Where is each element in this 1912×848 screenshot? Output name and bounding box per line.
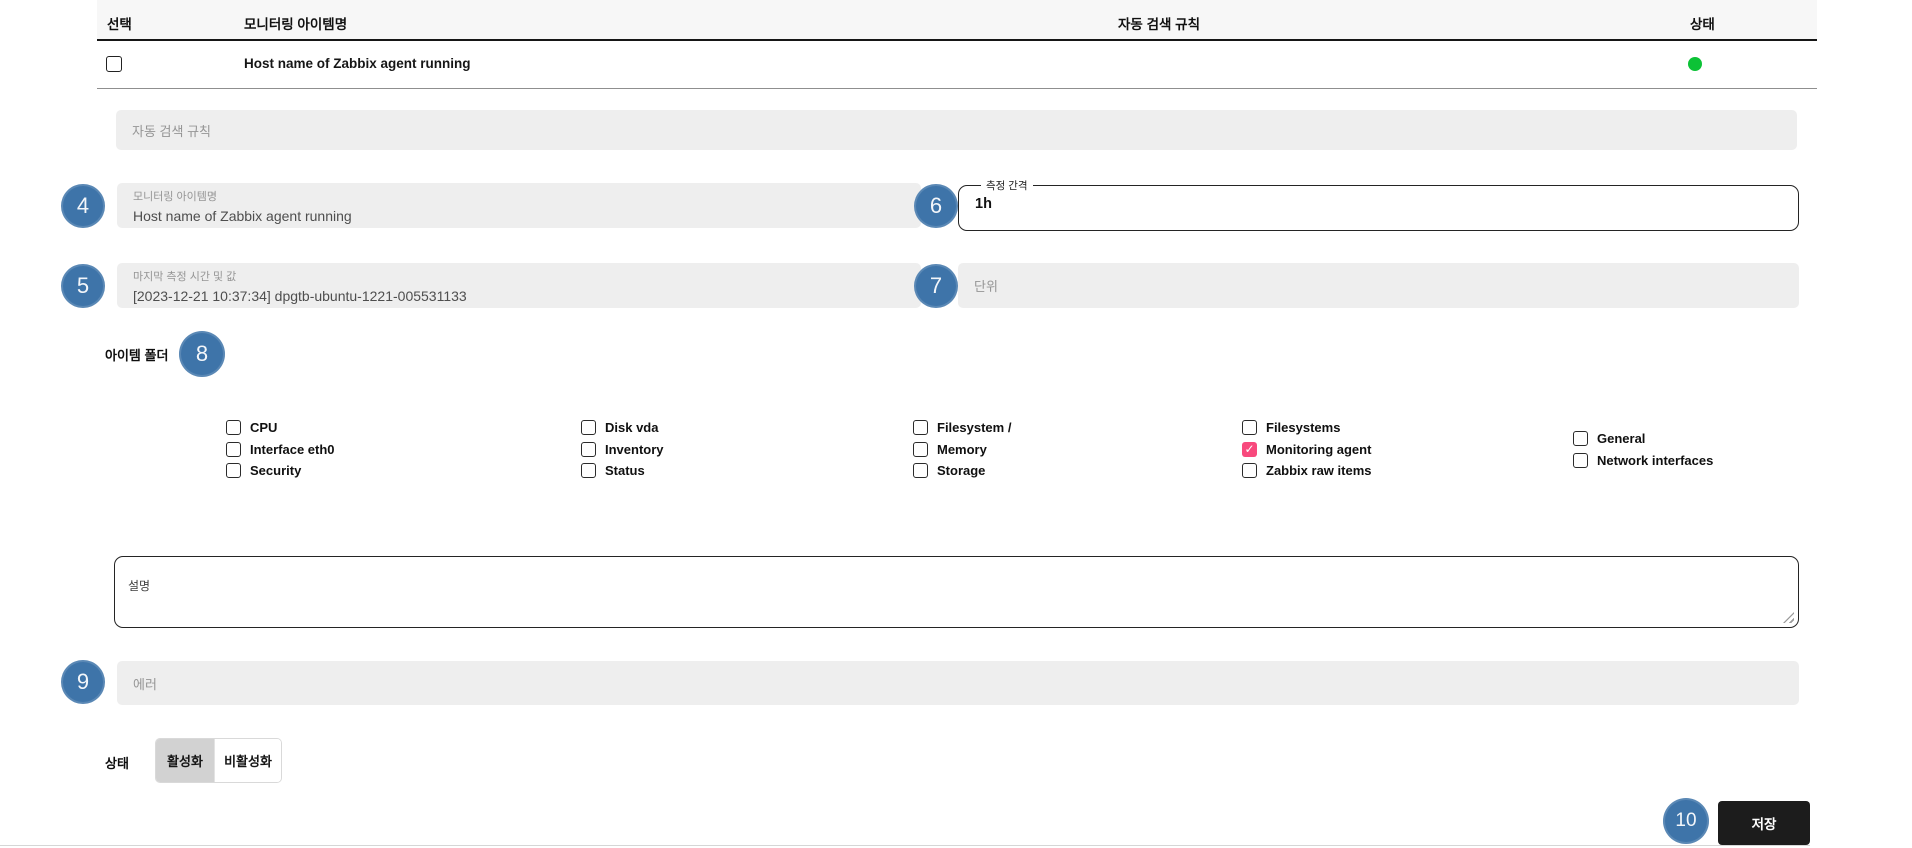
error-field: 에러 [117,661,1799,705]
annotation-circle-7: 7 [914,264,958,308]
folder-checkbox-memory[interactable]: Memory [913,442,987,457]
page-bottom-divider [0,845,1810,846]
folder-checkbox-inventory[interactable]: Inventory [581,442,664,457]
annotation-circle-9: 9 [61,660,105,704]
checkbox-icon[interactable] [226,420,241,435]
annotation-circle-8: 8 [179,331,225,377]
folder-checkbox-cpu[interactable]: CPU [226,420,277,435]
folder-checkbox-network-interfaces[interactable]: Network interfaces [1573,453,1713,468]
row-item-name: Host name of Zabbix agent running [244,56,471,71]
item-folder-label: 아이템 폴더 [105,345,168,364]
folder-checkbox-status[interactable]: Status [581,463,645,478]
status-disabled-button[interactable]: 비활성화 [214,739,281,782]
folder-checkbox-monitoring-agent[interactable]: ✓ Monitoring agent [1242,442,1371,457]
folder-checkbox-filesystem-root[interactable]: Filesystem / [913,420,1011,435]
checkbox-icon[interactable] [581,442,596,457]
checkbox-icon[interactable] [913,463,928,478]
checkbox-icon[interactable] [1573,453,1588,468]
checkbox-icon[interactable] [913,442,928,457]
column-header-item-name: 모니터링 아이템명 [244,13,347,33]
interval-field[interactable]: 측정 간격 1h [958,178,1799,231]
folder-checkbox-security[interactable]: Security [226,463,301,478]
error-label: 에러 [133,674,157,693]
folder-checkbox-general[interactable]: General [1573,431,1645,446]
last-measured-label: 마지막 측정 시간 및 값 [133,268,921,284]
annotation-circle-5: 5 [61,264,105,308]
column-header-select: 선택 [107,13,132,33]
checkbox-icon[interactable] [1573,431,1588,446]
last-measured-field: 마지막 측정 시간 및 값 [2023-12-21 10:37:34] dpgt… [117,263,921,308]
resize-handle-icon[interactable] [1783,612,1794,623]
item-name-value: Host name of Zabbix agent running [133,208,921,224]
checkbox-icon[interactable] [226,463,241,478]
folder-checkbox-disk-vda[interactable]: Disk vda [581,420,658,435]
checkbox-icon[interactable] [1242,463,1257,478]
folder-checkbox-interface-eth0[interactable]: Interface eth0 [226,442,335,457]
last-measured-value: [2023-12-21 10:37:34] dpgtb-ubuntu-1221-… [133,288,921,304]
checkbox-icon[interactable] [226,442,241,457]
unit-label: 단위 [974,276,998,295]
interval-value: 1h [975,196,1798,212]
status-toggle-group: 활성화 비활성화 [155,738,282,783]
discovery-rule-field: 자동 검색 규칙 [116,110,1797,150]
row-select-checkbox[interactable] [106,56,122,72]
table-row: Host name of Zabbix agent running [97,43,1817,89]
annotation-circle-10: 10 [1663,798,1709,844]
status-label: 상태 [105,753,129,772]
checkbox-icon[interactable] [581,420,596,435]
interval-label: 측정 간격 [981,178,1033,193]
item-name-label: 모니터링 아이템명 [133,188,921,204]
column-header-discovery-rule: 자동 검색 규칙 [1118,13,1200,33]
status-dot-icon [1688,57,1702,71]
discovery-rule-label: 자동 검색 규칙 [132,121,211,140]
checkbox-checked-icon[interactable]: ✓ [1242,442,1257,457]
item-name-field: 모니터링 아이템명 Host name of Zabbix agent runn… [117,183,921,228]
folder-checkbox-zabbix-raw-items[interactable]: Zabbix raw items [1242,463,1371,478]
description-textarea[interactable]: 설명 [114,556,1799,628]
column-header-status: 상태 [1690,13,1715,33]
annotation-circle-4: 4 [61,184,105,228]
folder-checkbox-filesystems[interactable]: Filesystems [1242,420,1340,435]
checkbox-icon[interactable] [1242,420,1257,435]
checkbox-icon[interactable] [913,420,928,435]
folder-checkbox-storage[interactable]: Storage [913,463,985,478]
annotation-circle-6: 6 [914,184,958,228]
status-enabled-button[interactable]: 활성화 [156,739,214,782]
checkbox-icon[interactable] [581,463,596,478]
unit-field: 단위 [958,263,1799,308]
save-button[interactable]: 저장 [1718,801,1810,845]
items-table-header: 선택 모니터링 아이템명 자동 검색 규칙 상태 [97,0,1817,41]
description-label: 설명 [128,579,150,593]
